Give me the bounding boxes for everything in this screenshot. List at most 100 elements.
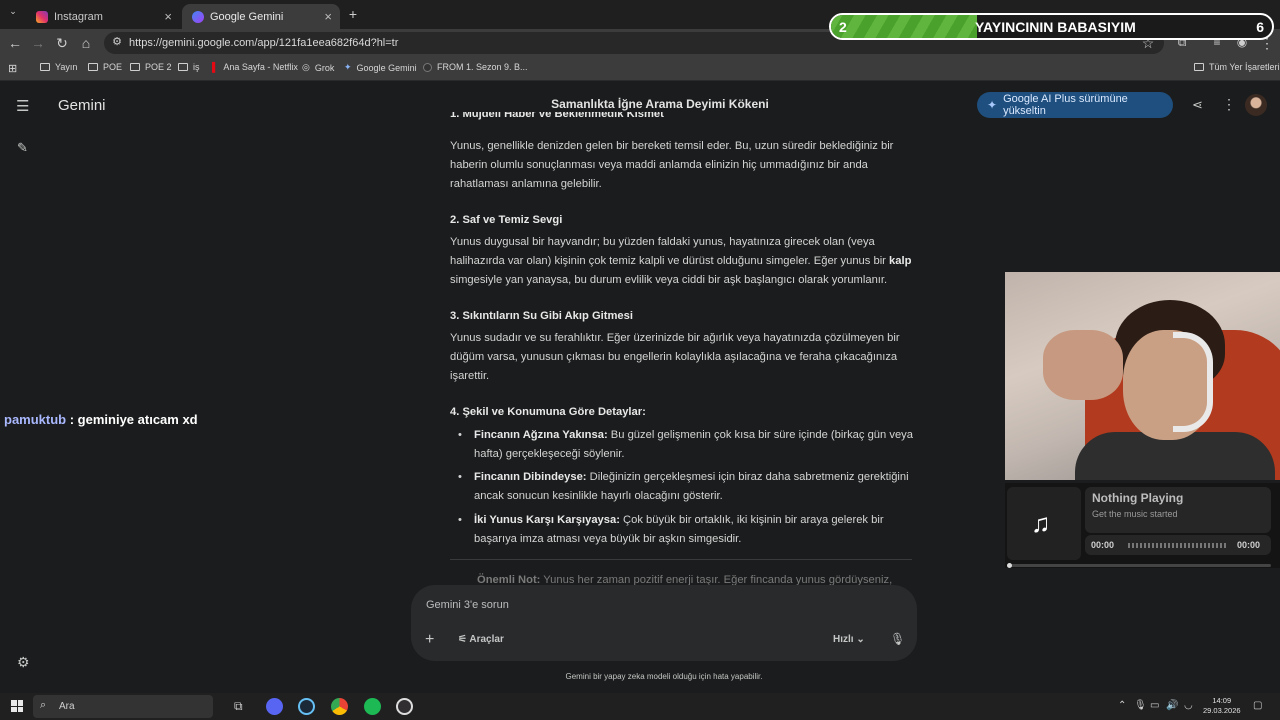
music-subtitle: Get the music started bbox=[1092, 509, 1178, 519]
tray-chevron-icon[interactable]: ⌃ bbox=[1118, 700, 1126, 711]
heading-4: 4. Şekil ve Konumuna Göre Detaylar: bbox=[450, 406, 646, 418]
bookmark-grok[interactable]: ◎ Grok bbox=[302, 62, 334, 73]
upgrade-label: Google AI Plus sürümüne yükseltin bbox=[1003, 93, 1128, 117]
bookmark-gemini[interactable]: ✦ Google Gemini bbox=[344, 62, 417, 73]
avatar[interactable] bbox=[1245, 94, 1267, 116]
list-item: Fincanın Ağzına Yakınsa: Bu güzel gelişm… bbox=[458, 426, 914, 464]
prompt-input[interactable]: Gemini 3'e sorun bbox=[426, 599, 509, 611]
music-progress-track bbox=[1007, 563, 1271, 568]
list-item-title: Fincanın Dibindeyse: bbox=[474, 471, 587, 483]
network-icon[interactable]: ▭ bbox=[1150, 700, 1159, 711]
chrome-icon[interactable] bbox=[331, 698, 348, 715]
bookmark-is[interactable]: iş bbox=[178, 62, 200, 72]
tab-instagram[interactable]: Instagram × bbox=[26, 4, 180, 29]
tools-label: Araçlar bbox=[469, 634, 504, 645]
bookmark-label: FROM 1. Sezon 9. B... bbox=[437, 62, 528, 72]
webcam-hand bbox=[1043, 330, 1123, 400]
music-title: Nothing Playing bbox=[1092, 491, 1184, 505]
stream-goal-banner: 2 YAYINCININ BABASIYIM 6 bbox=[829, 13, 1274, 40]
banner-left-value: 2 bbox=[839, 19, 847, 35]
bookmark-poe[interactable]: POE bbox=[88, 62, 122, 72]
prompt-input-box[interactable] bbox=[411, 585, 917, 661]
forward-icon[interactable]: → bbox=[29, 35, 47, 51]
taskbar-search-label[interactable]: Ara bbox=[59, 701, 75, 712]
list-item-title: İki Yunus Karşı Karşıyaysa: bbox=[474, 514, 620, 526]
all-bookmarks[interactable]: Tüm Yer İşaretleri bbox=[1194, 62, 1280, 72]
list-item: İki Yunus Karşı Karşıyaysa: Çok büyük bi… bbox=[458, 511, 914, 549]
grok-icon: ◎ bbox=[302, 62, 310, 72]
discord-icon[interactable] bbox=[266, 698, 283, 715]
back-icon[interactable]: ← bbox=[6, 35, 24, 51]
paragraph-2-text: simgesiyle yan yanaysa, bu durum evlilik… bbox=[450, 273, 888, 286]
close-tab-icon[interactable]: × bbox=[324, 9, 332, 24]
task-view-icon[interactable]: ⧉ bbox=[234, 699, 243, 714]
chat-username: pamuktub bbox=[4, 412, 67, 427]
instagram-icon bbox=[36, 10, 48, 23]
tools-button[interactable]: ⚟ Araçlar bbox=[458, 634, 504, 645]
obs-icon[interactable] bbox=[396, 698, 413, 715]
tab-label: Google Gemini bbox=[210, 10, 284, 23]
home-icon[interactable]: ⌂ bbox=[77, 35, 95, 51]
heading-2: 2. Saf ve Temiz Sevgi bbox=[450, 214, 563, 226]
bookmark-label: Grok bbox=[314, 62, 335, 73]
new-tab-button[interactable]: + bbox=[344, 6, 362, 22]
bookmark-label: POE 2 bbox=[145, 62, 172, 72]
site-info-icon[interactable]: ⚙ bbox=[108, 35, 126, 48]
response-content: 1. Müjdeli Haber ve Beklenmedik Kısmet Y… bbox=[450, 112, 915, 586]
notifications-icon[interactable]: ▢ bbox=[1253, 700, 1262, 711]
url-text[interactable]: https://gemini.google.com/app/121fa1eea6… bbox=[129, 37, 398, 49]
banner-right-value: 6 bbox=[1256, 19, 1264, 35]
steam-icon[interactable] bbox=[298, 698, 315, 715]
close-tab-icon[interactable]: × bbox=[164, 9, 172, 24]
folder-icon bbox=[130, 63, 140, 71]
taskbar-clock[interactable]: 14:09 29.03.2026 bbox=[1203, 696, 1241, 716]
banner-progress-fill bbox=[831, 15, 977, 38]
bookmark-netflix[interactable]: ▌ Ana Sayfa - Netflix bbox=[212, 62, 298, 72]
new-chat-icon[interactable]: ✎ bbox=[17, 140, 28, 156]
bookmark-from[interactable]: FROM 1. Sezon 9. B... bbox=[423, 62, 528, 72]
more-options-icon[interactable]: ⋮ bbox=[1222, 96, 1236, 113]
music-time-total: 00:00 bbox=[1237, 540, 1261, 550]
paragraph-2: Yunus duygusal bir hayvandır; bu yüzden … bbox=[450, 233, 915, 289]
apps-icon[interactable]: ⊞ bbox=[8, 62, 17, 75]
chat-message: pamuktub : geminiye atıcam xd bbox=[4, 412, 198, 427]
search-icon: ⌕ bbox=[40, 699, 47, 711]
tab-label: Instagram bbox=[54, 10, 103, 23]
chat-text: : geminiye atıcam xd bbox=[66, 412, 198, 427]
upgrade-button[interactable]: ✦ Google AI Plus sürümüne yükseltin bbox=[977, 92, 1173, 118]
folder-icon bbox=[178, 63, 188, 71]
music-time-current: 00:00 bbox=[1091, 540, 1115, 550]
folder-icon bbox=[88, 63, 98, 71]
clock-date: 29.03.2026 bbox=[1203, 706, 1241, 715]
reload-icon[interactable]: ↻ bbox=[53, 35, 71, 52]
paragraph-3: Yunus sudadır ve su ferahlıktır. Eğer üz… bbox=[450, 332, 900, 382]
microphone-icon[interactable]: 🎙 bbox=[890, 632, 905, 646]
cut-heading: 1. Müjdeli Haber ve Beklenmedik Kısmet bbox=[450, 112, 664, 120]
settings-icon[interactable]: ⚙ bbox=[17, 654, 30, 671]
gemini-icon: ✦ bbox=[344, 62, 352, 72]
microphone-tray-icon[interactable]: 🎙 bbox=[1134, 700, 1147, 711]
paragraph-1: Yunus, genellikle denizden gelen bir ber… bbox=[450, 140, 894, 190]
paragraph-2-bold: kalp bbox=[889, 254, 912, 267]
add-attachment-button[interactable]: + bbox=[425, 631, 434, 649]
music-progress-knob bbox=[1007, 563, 1012, 568]
webcam-feed bbox=[1005, 272, 1280, 480]
chevron-down-icon: ⌄ bbox=[853, 634, 865, 645]
list-item-title: Fincanın Ağzına Yakınsa: bbox=[474, 429, 608, 441]
paragraph-2-text: Yunus duygusal bir hayvandır; bu yüzden … bbox=[450, 236, 890, 267]
volume-icon[interactable]: 🔊 bbox=[1166, 700, 1178, 711]
banner-text: YAYINCININ BABASIYIM bbox=[975, 19, 1136, 35]
bookmark-yayin[interactable]: Yayın bbox=[40, 62, 77, 72]
tab-google-gemini[interactable]: Google Gemini × bbox=[182, 4, 340, 29]
bookmark-label: Tüm Yer İşaretleri bbox=[1209, 62, 1280, 72]
spotify-icon[interactable] bbox=[364, 698, 381, 715]
model-mode-dropdown[interactable]: Hızlı ⌄ bbox=[833, 634, 865, 645]
bookmark-poe2[interactable]: POE 2 bbox=[130, 62, 172, 72]
music-waveform bbox=[1128, 543, 1228, 548]
share-icon[interactable]: ⋖ bbox=[1192, 97, 1203, 113]
headset-icon[interactable]: ◡ bbox=[1184, 700, 1193, 711]
media-site-icon bbox=[423, 62, 432, 72]
tab-search-button[interactable]: ⌄ bbox=[4, 6, 22, 17]
divider bbox=[450, 559, 912, 560]
windows-start-icon[interactable] bbox=[11, 700, 23, 712]
